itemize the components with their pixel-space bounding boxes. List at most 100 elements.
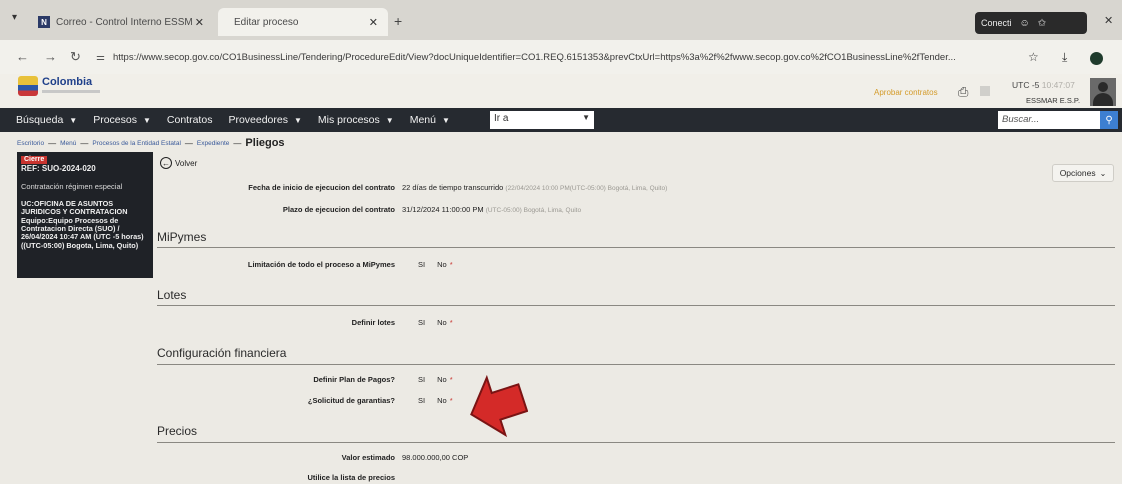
status-badge: Cierre	[21, 156, 48, 165]
logo-subline	[42, 90, 100, 93]
caret-down-icon: ▼	[441, 115, 450, 125]
tab-label: Correo - Control Interno ESSM	[56, 16, 193, 28]
url-field[interactable]: ⚌ https://www.secop.gov.co/CO1BusinessLi…	[96, 46, 1016, 68]
plazo-value: 31/12/2024 11:00:00 PM (UTC-05:00) Bogot…	[402, 205, 582, 214]
definir-lotes-label: Definir lotes	[351, 318, 395, 327]
goto-value: Ir a	[494, 113, 509, 124]
search-placeholder: Buscar...	[1002, 114, 1040, 125]
breadcrumb-escritorio[interactable]: Escritorio	[17, 140, 44, 147]
search-input[interactable]: Buscar...	[998, 111, 1100, 129]
new-tab-icon[interactable]: +	[394, 13, 402, 29]
section-precios: Precios	[157, 424, 198, 438]
plazo-label: Plazo de ejecucion del contrato	[282, 205, 395, 214]
message-icon[interactable]	[980, 86, 990, 96]
process-unit: UC:OFICINA DE ASUNTOS JURIDICOS Y CONTRA…	[21, 198, 144, 250]
page-title: Pliegos	[245, 137, 285, 149]
nav-busqueda[interactable]: Búsqueda ▼	[16, 114, 77, 126]
required-marker: *	[449, 396, 453, 405]
site-settings-icon[interactable]: ⚌	[96, 52, 105, 63]
section-financiera: Configuración financiera	[157, 346, 287, 360]
radio-no[interactable]: No	[437, 375, 447, 384]
back-icon[interactable]: ←	[16, 49, 29, 64]
address-bar-row: ← → ↻ ⚌ https://www.secop.gov.co/CO1Busi…	[0, 40, 1122, 74]
definir-plan-label: Definir Plan de Pagos?	[313, 375, 395, 384]
required-marker: *	[449, 260, 453, 269]
search-icon: ⚲	[1105, 114, 1113, 126]
limitacion-label: Limitación de todo el proceso a MiPymes	[247, 260, 395, 269]
nav-menu[interactable]: Menú ▼	[410, 114, 450, 126]
radio-no[interactable]: No	[437, 396, 447, 405]
plan-pagos-radio-group: SI No *	[418, 375, 453, 384]
fecha-inicio-value: 22 días de tiempo transcurrido (22/04/20…	[402, 183, 668, 192]
required-marker: *	[449, 375, 453, 384]
radio-si[interactable]: SI	[418, 260, 425, 269]
section-divider	[157, 442, 1115, 443]
section-lotes: Lotes	[157, 288, 187, 302]
extension-icon[interactable]: ✩	[1038, 18, 1046, 29]
process-info-panel: Cierre REF: SUO-2024-020 Contratación ré…	[17, 152, 153, 278]
volver-button[interactable]: ← Volver	[160, 157, 197, 169]
nav-contratos[interactable]: Contratos	[167, 114, 213, 126]
download-icon[interactable]: ⤓	[1062, 50, 1067, 65]
main-nav: Búsqueda ▼ Procesos ▼ Contratos Proveedore…	[0, 108, 1122, 132]
radio-no[interactable]: No	[437, 318, 447, 327]
radio-si[interactable]: SI	[418, 318, 425, 327]
window-control-icon[interactable]: ✕	[1104, 14, 1113, 27]
avatar[interactable]	[1090, 78, 1116, 106]
bookmark-star-icon[interactable]: ☆	[1028, 50, 1039, 64]
tab-search-icon[interactable]: ▾	[12, 12, 17, 23]
process-modality: Contratación régimen especial	[21, 182, 123, 192]
tab-editar-proceso[interactable]: Editar proceso ✕	[218, 8, 388, 36]
plazo-tz: (UTC-05:00) Bogotá, Lima, Quito	[485, 207, 582, 214]
nav-procesos[interactable]: Procesos ▼	[93, 114, 151, 126]
valor-estimado-label: Valor estimado	[341, 453, 395, 462]
profile-label: Conecti	[981, 18, 1012, 28]
header-faded-link[interactable]: Aprobar contratos	[874, 88, 938, 97]
caret-down-icon: ▼	[582, 113, 590, 122]
section-divider	[157, 305, 1115, 306]
radio-no[interactable]: No	[437, 260, 447, 269]
utc-label: UTC -5	[1012, 80, 1040, 90]
account-icon[interactable]	[1090, 52, 1103, 65]
valor-estimado-value: 98.000.000,00 COP	[402, 453, 469, 462]
close-icon[interactable]: ✕	[369, 16, 378, 29]
browser-tab-strip: ▾ N Correo - Control Interno ESSM ✕ Edit…	[0, 0, 1122, 40]
opciones-button[interactable]: Opciones ⌄	[1052, 164, 1114, 182]
utc-clock: UTC -5 10:47:07	[1012, 80, 1075, 90]
section-divider	[157, 364, 1115, 365]
logo-text: Colombia	[42, 76, 93, 88]
correo-favicon-icon: N	[38, 16, 50, 28]
tab-correo[interactable]: N Correo - Control Interno ESSM ✕	[38, 8, 214, 36]
lotes-radio-group: SI No *	[418, 318, 453, 327]
nav-mis-procesos[interactable]: Mis procesos ▼	[318, 114, 394, 126]
garantias-radio-group: SI No *	[418, 396, 453, 405]
breadcrumb-menu[interactable]: Menú	[60, 140, 76, 147]
breadcrumb-procesos[interactable]: Procesos de la Entidad Estatal	[92, 140, 181, 147]
close-icon[interactable]: ✕	[195, 16, 204, 29]
section-divider	[157, 247, 1115, 248]
caret-down-icon: ▼	[143, 115, 151, 125]
process-reference: REF: SUO-2024-020	[21, 164, 96, 174]
user-name[interactable]: ESSMAR E.S.P.	[1026, 96, 1080, 105]
site-header: Colombia Aprobar contratos ⎙ UTC -5 10:4…	[0, 74, 1122, 110]
colombia-logo[interactable]: Colombia	[18, 74, 102, 104]
reload-icon[interactable]: ↻	[70, 49, 81, 65]
printer-icon[interactable]: ⎙	[958, 84, 968, 100]
goto-select[interactable]: Ir a ▼	[490, 111, 594, 129]
forward-icon[interactable]: →	[44, 49, 57, 64]
flag-icon	[18, 76, 38, 96]
breadcrumb-expediente[interactable]: Expediente	[197, 140, 230, 147]
utc-time: 10:47:07	[1041, 80, 1075, 90]
section-mipymes: MiPymes	[157, 230, 207, 244]
radio-si[interactable]: SI	[418, 396, 425, 405]
profile-pill[interactable]: Conecti ☺ ✩	[975, 12, 1087, 34]
nav-proveedores[interactable]: Proveedores ▼	[228, 114, 301, 126]
search-button[interactable]: ⚲	[1100, 111, 1118, 129]
required-marker: *	[449, 318, 453, 327]
radio-si[interactable]: SI	[418, 375, 425, 384]
lista-precios-label: Utilice la lista de precios	[307, 473, 395, 482]
red-arrow-annotation-icon	[470, 374, 528, 438]
limitacion-radio-group: SI No *	[418, 260, 453, 269]
caret-down-icon: ▼	[294, 115, 302, 125]
tab-label: Editar proceso	[234, 16, 299, 28]
